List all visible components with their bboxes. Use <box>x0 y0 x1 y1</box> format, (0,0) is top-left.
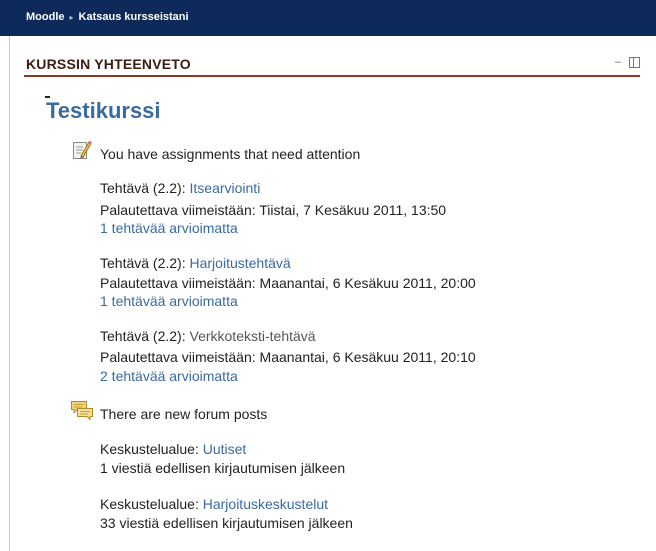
hide-block-icon[interactable]: – <box>613 56 623 68</box>
navbar: Moodle ▸ Katsaus kursseistani <box>0 0 656 36</box>
assignment-link[interactable]: Verkkoteksti-tehtävä <box>190 328 316 344</box>
breadcrumb-separator: ▸ <box>69 12 74 22</box>
assignment-ungraded-link[interactable]: 1 tehtävää arvioimatta <box>100 220 238 237</box>
forum-row: Keskustelualue: Harjoituskeskustelut <box>100 496 328 513</box>
forum-link[interactable]: Uutiset <box>203 441 247 457</box>
assignment-icon <box>73 140 92 159</box>
block-controls: – <box>613 56 640 68</box>
forum-new-posts: 1 viestiä edellisen kirjautumisen jälkee… <box>100 460 346 476</box>
dock-block-icon[interactable] <box>629 56 640 68</box>
breadcrumb-current-link[interactable]: Katsaus kursseistani <box>79 11 189 23</box>
assignment-prefix: Tehtävä (2.2): <box>100 255 190 271</box>
page-frame-border <box>9 36 10 551</box>
assignment-prefix: Tehtävä (2.2): <box>100 328 190 344</box>
forum-heading: There are new forum posts <box>100 406 268 422</box>
block-header: KURSSIN YHTEENVETO – <box>24 54 640 77</box>
assignment-row: Tehtävä (2.2): Verkkoteksti-tehtävä <box>100 328 316 345</box>
forum-prefix: Keskustelualue: <box>100 496 203 512</box>
forum-new-posts: 33 viestiä edellisen kirjautumisen jälke… <box>100 515 353 531</box>
assignment-row: Tehtävä (2.2): Harjoitustehtävä <box>100 255 291 272</box>
assignment-ungraded-link[interactable]: 1 tehtävää arvioimatta <box>100 293 238 310</box>
forum-link[interactable]: Harjoituskeskustelut <box>203 496 328 512</box>
assignment-link[interactable]: Itsearviointi <box>190 180 261 196</box>
assignments-heading: You have assignments that need attention <box>100 146 361 162</box>
forum-row: Keskustelualue: Uutiset <box>100 441 246 458</box>
assignment-link[interactable]: Harjoitustehtävä <box>190 255 291 271</box>
assignment-due-date: Palautettava viimeistään: Maanantai, 6 K… <box>100 349 476 365</box>
forum-icon <box>71 401 93 421</box>
breadcrumb: Moodle ▸ Katsaus kursseistani <box>26 11 189 23</box>
forum-prefix: Keskustelualue: <box>100 441 203 457</box>
assignment-due-date: Palautettava viimeistään: Tiistai, 7 Kes… <box>100 202 447 218</box>
block-title: KURSSIN YHTEENVETO <box>26 56 191 72</box>
breadcrumb-home-link[interactable]: Moodle <box>26 11 65 23</box>
assignment-prefix: Tehtävä (2.2): <box>100 180 190 196</box>
assignment-due-date: Palautettava viimeistään: Maanantai, 6 K… <box>100 275 476 291</box>
course-title-link[interactable]: Testikurssi <box>46 98 161 124</box>
assignment-row: Tehtävä (2.2): Itsearviointi <box>100 180 260 197</box>
assignment-ungraded-link[interactable]: 2 tehtävää arvioimatta <box>100 368 238 385</box>
